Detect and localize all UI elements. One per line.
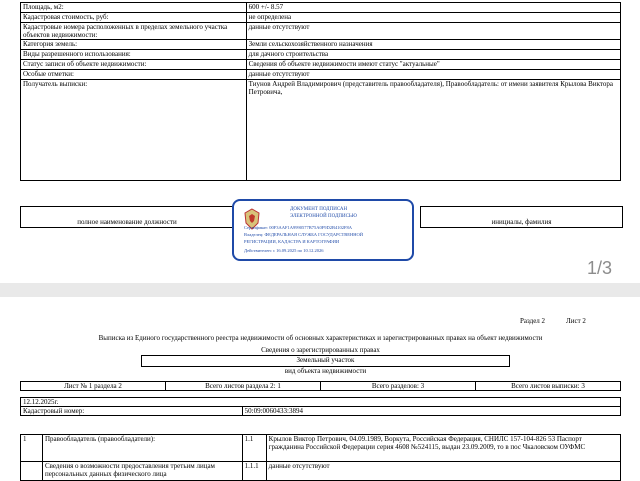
signature-name-label: инициалы, фамилия [491, 218, 552, 226]
right-subnumber: 1.1.1 [241, 461, 267, 481]
row-value: для дачного строительства [245, 49, 622, 60]
table-row: Виды разрешенного использования: для дач… [20, 49, 622, 60]
rights-table: 1 Правообладатель (правообладатели): 1.1… [20, 434, 622, 481]
date-cell: 12.12.2025г. [20, 397, 621, 407]
page-indicator: 1/3 [586, 258, 612, 278]
table-row: 12.12.2025г. [20, 397, 621, 407]
page-gap [0, 283, 640, 297]
table-row: Кадастровая стоимость, руб: не определен… [20, 12, 622, 23]
table-row: Кадастровые номера расположенных в преде… [20, 22, 622, 40]
total-sheets: Всего листов выписки: 3 [475, 381, 621, 391]
row-value: Сведения об объекте недвижимости имеют с… [245, 59, 622, 70]
right-label: Правообладатель (правообладатели): [41, 434, 243, 462]
row-value: данные отсутствуют [245, 69, 622, 80]
object-type-box: Земельный участок [141, 355, 510, 366]
row-label: Категория земель: [20, 39, 247, 50]
table-row: Особые отметки: данные отсутствуют [20, 69, 622, 80]
total-sections: Всего разделов: 3 [320, 381, 476, 391]
total-sheets-section: Всего листов раздела 2: 1 [165, 381, 321, 391]
stamp-owner-line1: Владелец: ФЕДЕРАЛЬНАЯ СЛУЖБА ГОСУДАРСТВЕ… [244, 232, 364, 237]
electronic-signature-stamp: ДОКУМЕНТ ПОДПИСАН ЭЛЕКТРОННОЙ ПОДПИСЬЮ С… [232, 199, 414, 261]
row-label: Виды разрешенного использования: [20, 49, 247, 60]
document-page-2: Раздел 2 Лист 2 Выписка из Единого госуд… [0, 297, 640, 481]
table-row: Кадастровый номер: 50:09:0060433:3894 [20, 406, 622, 416]
sheet-counts-table: Лист № 1 раздела 2 Всего листов раздела … [20, 381, 621, 391]
table-row: Площадь, м2: 600 +/- 8.57 [20, 2, 622, 13]
right-value: данные отсутствуют [265, 461, 622, 481]
table-row: Статус записи об объекте недвижимости: С… [20, 59, 622, 70]
stamp-certificate: Сертификат: 00F3AAF1A9990577B75A0F9D2B41… [244, 225, 353, 230]
right-label: Сведения о возможности предоставления тр… [41, 461, 243, 481]
sheet-label: Лист 2 [566, 317, 586, 325]
row-label: Кадастровые номера расположенных в преде… [20, 22, 247, 40]
row-value: данные отсутствуют [245, 22, 622, 40]
section-label: Раздел 2 [520, 317, 546, 325]
row-label: Особые отметки: [20, 69, 247, 80]
table-row: Сведения о возможности предоставления тр… [20, 461, 622, 481]
property-info-table: Площадь, м2: 600 +/- 8.57 Кадастровая ст… [20, 2, 622, 181]
stamp-subtitle: ЭЛЕКТРОННОЙ ПОДПИСЬЮ [290, 214, 357, 219]
cadastral-value: 50:09:0060433:3894 [241, 406, 622, 416]
right-subnumber: 1.1 [241, 434, 267, 462]
signature-name-box: инициалы, фамилия [420, 206, 623, 228]
stamp-title: ДОКУМЕНТ ПОДПИСАН [290, 207, 348, 212]
signature-position-box: полное наименование должности [20, 206, 234, 228]
object-type-value: Земельный участок [296, 356, 355, 364]
table-row: Получатель выписки: Тиунов Андрей Владим… [20, 79, 622, 181]
document-page-1: Площадь, м2: 600 +/- 8.57 Кадастровая ст… [0, 0, 640, 283]
table-row: 1 Правообладатель (правообладатели): 1.1… [20, 434, 622, 462]
table-row: Лист № 1 раздела 2 Всего листов раздела … [20, 381, 621, 391]
right-number [20, 461, 43, 481]
row-label: Кадастровая стоимость, руб: [20, 12, 247, 23]
row-value: 600 +/- 8.57 [245, 2, 622, 13]
document-title: Выписка из Единого государственного реес… [98, 334, 543, 342]
document-subtitle: Сведения о зарегистрированных правах [261, 346, 380, 354]
right-value: Крылов Виктор Петрович, 04.09.1989, Ворк… [265, 434, 622, 462]
stamp-validity: Действителен: с 16.09.2025 по 10.12.2026 [244, 248, 324, 253]
cadastral-table: 12.12.2025г. Кадастровый номер: 50:09:00… [20, 397, 622, 416]
row-value: не определена [245, 12, 622, 23]
sheet-number: Лист № 1 раздела 2 [20, 381, 166, 391]
stamp-owner-line2: РЕГИСТРАЦИИ, КАДАСТРА И КАРТОГРАФИИ [244, 239, 340, 244]
signature-position-label: полное наименование должности [77, 218, 177, 226]
right-number: 1 [20, 434, 43, 462]
row-value: Земли сельскохозяйственного назначения [245, 39, 622, 50]
row-label: Статус записи об объекте недвижимости: [20, 59, 247, 70]
object-type-caption: вид объекта недвижимости [141, 366, 510, 375]
cadastral-label: Кадастровый номер: [20, 406, 243, 416]
row-value: Тиунов Андрей Владимирович (представител… [245, 79, 622, 181]
row-label: Площадь, м2: [20, 2, 247, 13]
row-label: Получатель выписки: [20, 79, 247, 181]
table-row: Категория земель: Земли сельскохозяйстве… [20, 39, 622, 50]
